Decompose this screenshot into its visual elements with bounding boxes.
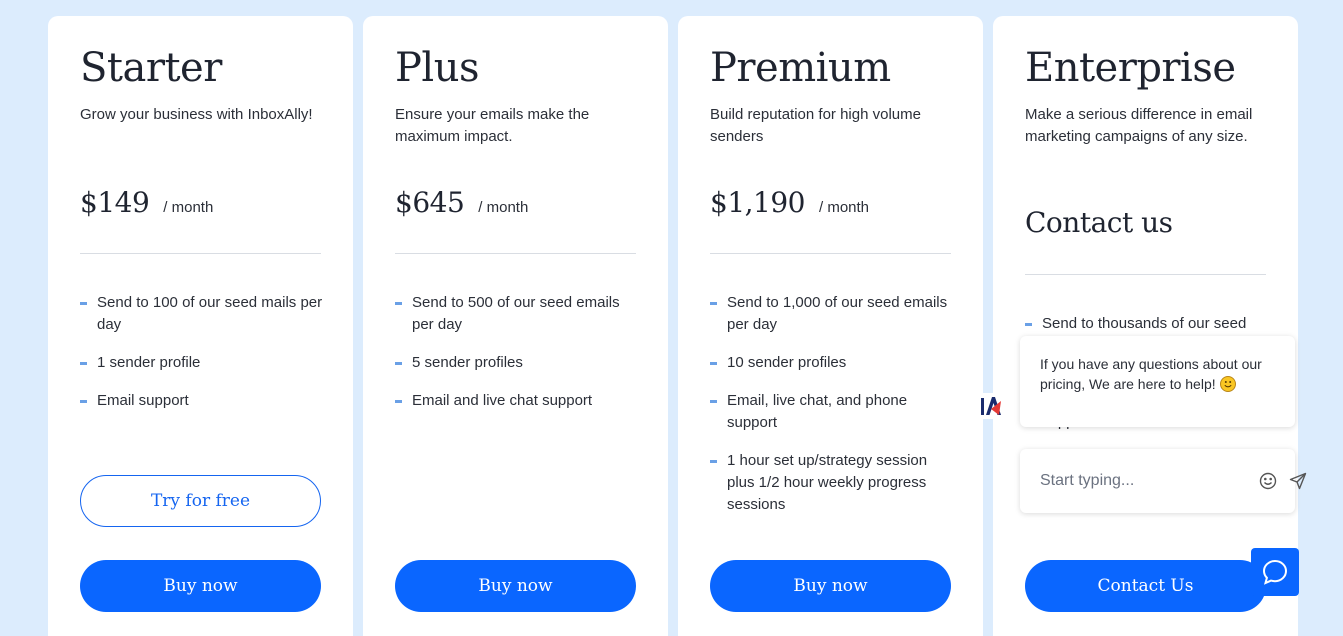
contact-us-button[interactable]: Contact Us	[1025, 560, 1266, 612]
divider	[710, 253, 951, 254]
plan-title: Starter	[80, 45, 222, 91]
plan-title: Plus	[395, 45, 480, 91]
buy-now-button[interactable]: Buy now	[80, 560, 321, 612]
plan-card-starter: Starter Grow your business with InboxAll…	[48, 16, 353, 636]
contact-heading: Contact us	[1025, 206, 1173, 239]
feature-item: 1 sender profile	[80, 352, 325, 374]
plan-description: Grow your business with InboxAlly!	[80, 106, 313, 123]
chat-input-container	[1020, 449, 1307, 513]
dash-bullet-icon	[80, 302, 87, 305]
dash-bullet-icon	[710, 460, 717, 463]
feature-list: Send to 100 of our seed mails per day 1 …	[80, 292, 325, 428]
divider	[80, 253, 321, 254]
buy-now-button[interactable]: Buy now	[710, 560, 951, 612]
plan-card-enterprise: Enterprise Make a serious difference in …	[993, 16, 1298, 636]
feature-list: Send to 1,000 of our seed emails per day…	[710, 292, 955, 532]
price-row: $645 / month	[395, 186, 528, 219]
feature-item: 5 sender profiles	[395, 352, 640, 374]
dash-bullet-icon	[80, 400, 87, 403]
plan-description: Ensure your emails make the maximum impa…	[395, 106, 590, 145]
dash-bullet-icon	[1025, 323, 1032, 326]
plan-title: Premium	[710, 45, 891, 91]
smiley-emoji-icon	[1219, 376, 1236, 392]
feature-item: Email support	[80, 390, 325, 412]
buy-now-button[interactable]: Buy now	[395, 560, 636, 612]
dash-bullet-icon	[395, 400, 402, 403]
plan-card-plus: Plus Ensure your emails make the maximum…	[363, 16, 668, 636]
send-icon[interactable]	[1289, 470, 1307, 492]
feature-item: Send to 500 of our seed emails per day	[395, 292, 640, 336]
plan-description: Build reputation for high volume senders	[710, 106, 921, 145]
emoji-picker-icon[interactable]	[1259, 470, 1277, 492]
chat-input[interactable]	[1040, 472, 1247, 490]
chat-agent-logo-icon	[979, 393, 1003, 419]
price-period: / month	[818, 199, 870, 216]
dash-bullet-icon	[395, 362, 402, 365]
feature-item: 10 sender profiles	[710, 352, 955, 374]
price-period: / month	[478, 199, 529, 216]
pricing-cards: Starter Grow your business with InboxAll…	[48, 16, 1298, 636]
dash-bullet-icon	[710, 302, 717, 305]
plan-price: $1,190	[710, 186, 805, 219]
chat-message-bubble: If you have any questions about our pric…	[1020, 336, 1295, 427]
feature-list: Send to 500 of our seed emails per day 5…	[395, 292, 640, 428]
feature-item: Send to thousands of our seed	[1025, 313, 1270, 335]
plan-price: $645	[395, 186, 465, 219]
plan-title: Enterprise	[1025, 45, 1236, 91]
feature-item: 1 hour set up/strategy session plus 1/2 …	[710, 450, 955, 516]
try-for-free-button[interactable]: Try for free	[80, 475, 321, 527]
price-period: / month	[163, 199, 214, 216]
dash-bullet-icon	[395, 302, 402, 305]
feature-item: Email, live chat, and phone support	[710, 390, 955, 434]
feature-item: Email and live chat support	[395, 390, 640, 412]
plan-card-premium: Premium Build reputation for high volume…	[678, 16, 983, 636]
chat-toggle-button[interactable]	[1251, 548, 1299, 596]
price-row: $1,190 / month	[710, 186, 869, 219]
chat-bubble-icon	[1262, 559, 1288, 585]
divider	[1025, 274, 1266, 275]
plan-description: Make a serious difference in email marke…	[1025, 106, 1253, 145]
dash-bullet-icon	[80, 362, 87, 365]
plan-price: $149	[80, 186, 150, 219]
dash-bullet-icon	[710, 400, 717, 403]
feature-item: Send to 100 of our seed mails per day	[80, 292, 325, 336]
price-row: $149 / month	[80, 186, 213, 219]
dash-bullet-icon	[710, 362, 717, 365]
divider	[395, 253, 636, 254]
feature-item: Send to 1,000 of our seed emails per day	[710, 292, 955, 336]
